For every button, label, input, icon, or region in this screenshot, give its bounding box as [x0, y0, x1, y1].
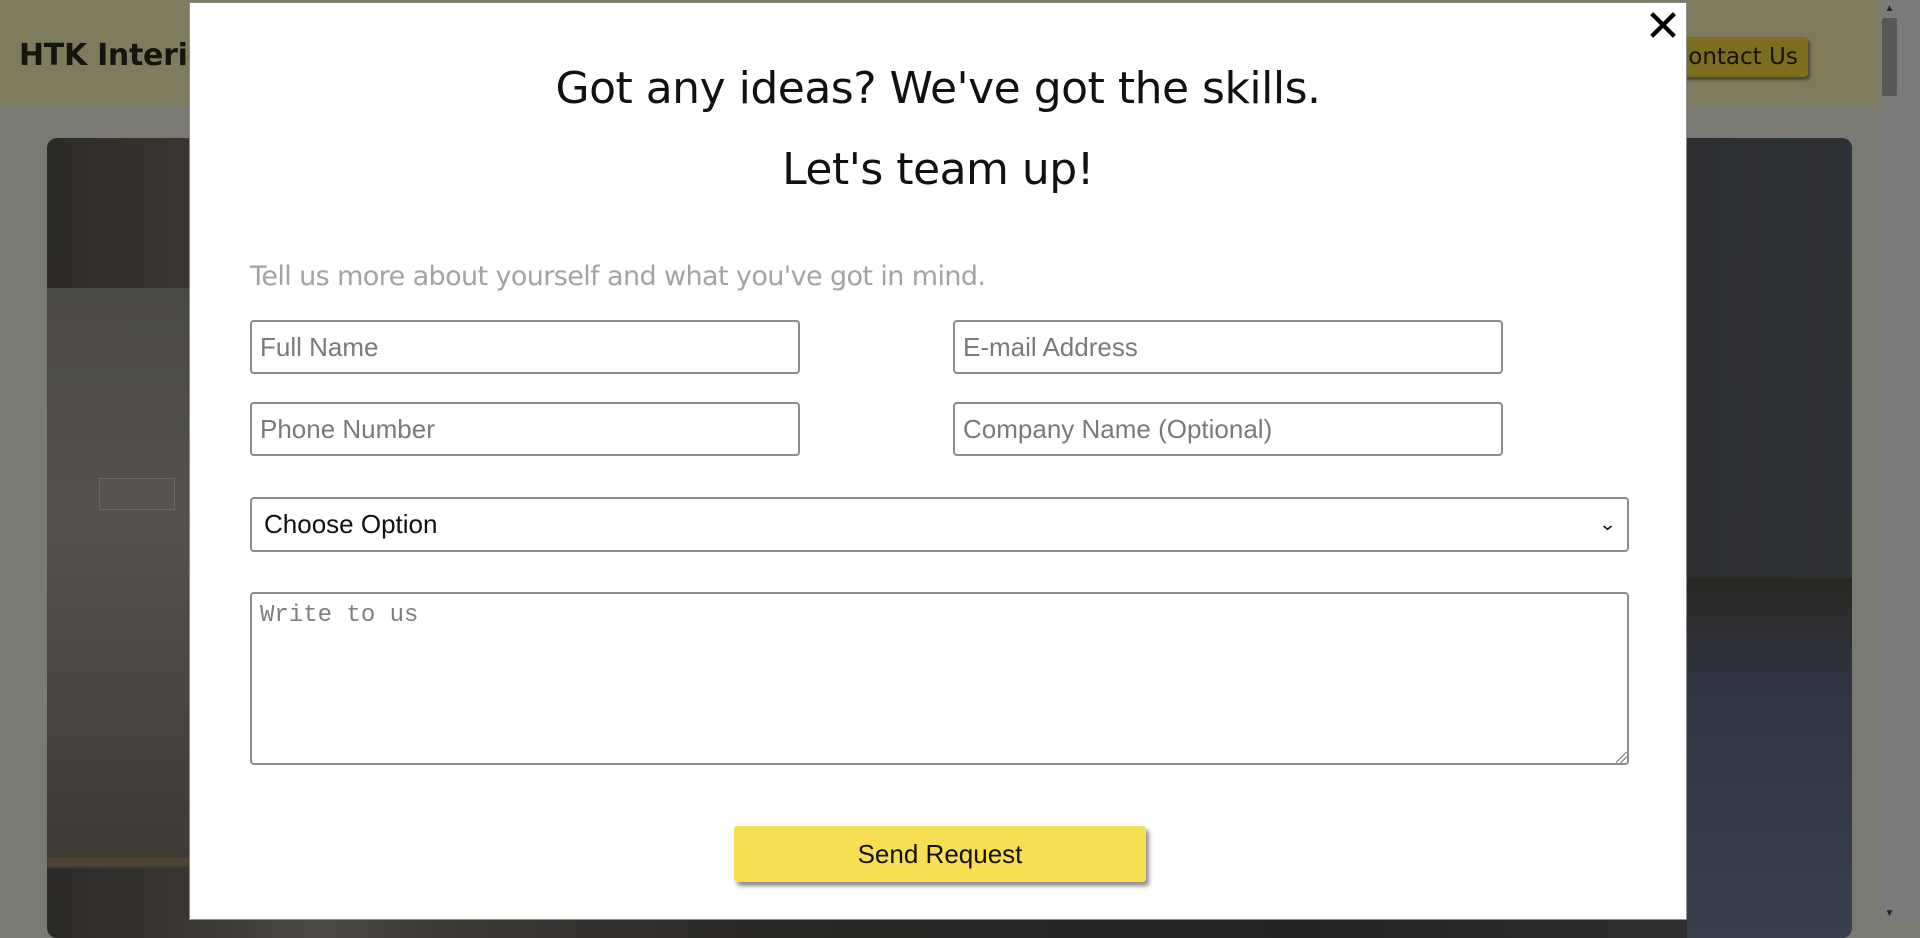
modal-subheadline: Let's team up!: [782, 144, 1094, 195]
scroll-thumb[interactable]: [1882, 18, 1897, 96]
send-request-button[interactable]: Send Request: [734, 826, 1146, 882]
hero-sockets: [99, 478, 175, 510]
full-name-input[interactable]: [250, 320, 800, 374]
form-intro: Tell us more about yourself and what you…: [250, 261, 986, 292]
phone-input[interactable]: [250, 402, 800, 456]
contact-modal: ✕ Got any ideas? We've got the skills. L…: [189, 2, 1687, 920]
message-textarea[interactable]: [250, 592, 1629, 765]
email-input[interactable]: [953, 320, 1503, 374]
scroll-down-icon[interactable]: ▼: [1881, 905, 1898, 922]
hero-bed: [1687, 578, 1852, 938]
option-select-value: Choose Option: [264, 509, 438, 539]
modal-headline: Got any ideas? We've got the skills.: [555, 63, 1321, 114]
close-icon[interactable]: ✕: [1643, 5, 1683, 49]
chevron-down-icon: ⌄: [1598, 514, 1617, 535]
page-scrollbar[interactable]: ▲ ▼: [1880, 0, 1920, 922]
scroll-up-icon[interactable]: ▲: [1881, 0, 1898, 17]
company-input[interactable]: [953, 402, 1503, 456]
resize-handle-icon[interactable]: [1616, 752, 1627, 763]
option-select[interactable]: Choose Option ⌄: [250, 497, 1629, 552]
site-logo[interactable]: HTK Interio: [19, 38, 208, 73]
